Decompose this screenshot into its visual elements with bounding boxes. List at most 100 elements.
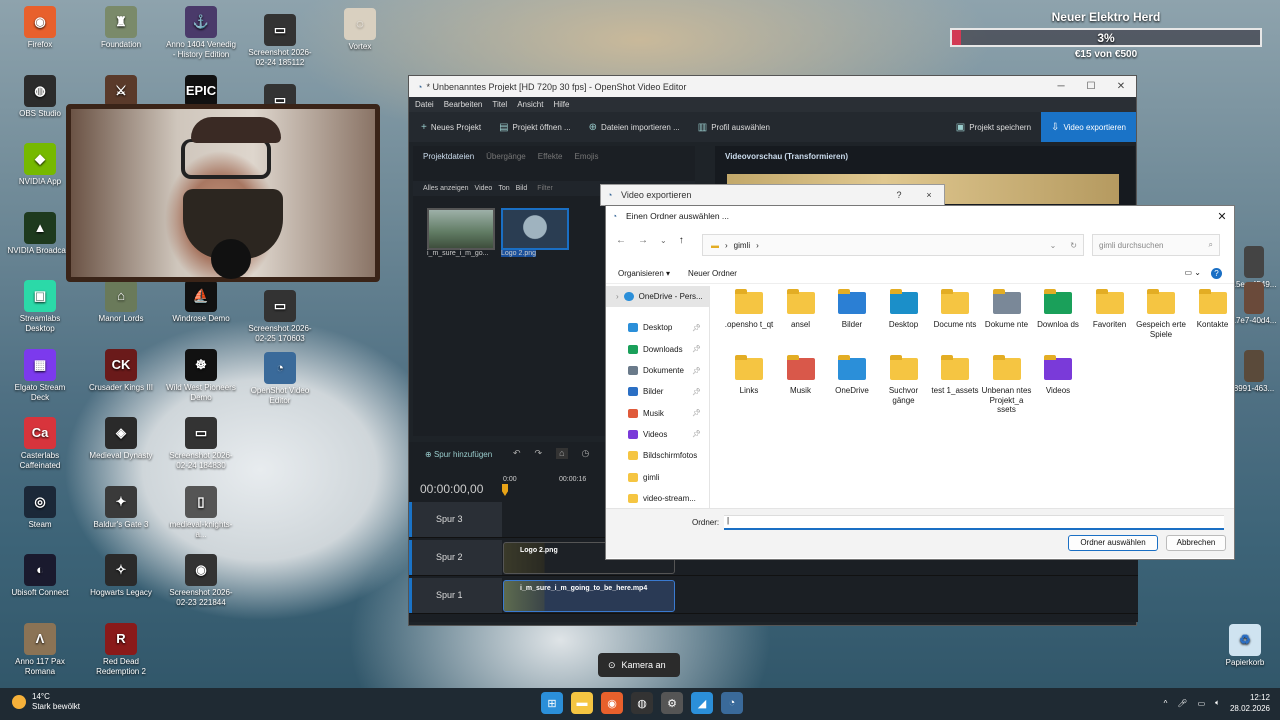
tab-project-files[interactable]: Projektdateien — [423, 152, 474, 161]
folder-item[interactable]: Favoriten — [1085, 289, 1135, 330]
address-bar[interactable]: ▬ › gimli › ⌄ ↻ — [702, 234, 1084, 256]
filter-audio[interactable]: Ton — [498, 185, 509, 192]
chevron-up-icon[interactable]: ^ — [1164, 699, 1168, 708]
taskbar-openshot-icon[interactable]: ◔ — [721, 692, 743, 714]
project-file-image[interactable]: Logo 2.png — [501, 208, 569, 257]
desktop-icon[interactable]: ⌂ Manor Lords — [86, 280, 156, 324]
filter-input[interactable]: Filter — [537, 185, 553, 192]
sidebar-item[interactable]: Videos 📌︎ — [606, 424, 709, 445]
menu-item[interactable]: Datei — [415, 100, 434, 109]
back-icon[interactable]: ← — [616, 235, 626, 246]
up-icon[interactable]: ↑ — [679, 235, 684, 246]
desktop-icon[interactable]: ⚓ Anno 1404 Venedig - History Edition — [166, 6, 236, 60]
desktop-icon[interactable]: ◈ Medieval Dynasty — [86, 417, 156, 461]
sidebar-item[interactable]: Bilder 📌︎ — [606, 381, 709, 402]
desktop-icon[interactable]: ✦ Baldur's Gate 3 — [86, 485, 156, 530]
desktop-icon[interactable]: ◉ Firefox — [5, 6, 75, 50]
folder-item[interactable]: Bilder — [827, 289, 877, 330]
chevron-down-icon[interactable]: ⌄ — [1050, 241, 1057, 250]
folder-item[interactable]: Docume nts — [930, 289, 980, 330]
desktop-icon[interactable]: ▭ Screenshot 2026-02-24 184830 — [166, 417, 236, 471]
sidebar-item[interactable]: Downloads 📌︎ — [606, 339, 709, 360]
desktop-icon[interactable]: ▲ NVIDIA Broadca... — [5, 211, 75, 256]
help-icon[interactable]: ? — [1211, 268, 1222, 279]
taskbar-explorer-icon[interactable]: ▬ — [571, 692, 593, 714]
folder-input[interactable]: | — [724, 515, 1224, 530]
taskbar-settings-icon[interactable]: ⚙ — [661, 692, 683, 714]
microphone-icon[interactable]: 🎤︎ — [1177, 699, 1187, 708]
menu-item[interactable]: Hilfe — [553, 100, 569, 109]
tab-emojis[interactable]: Emojis — [575, 152, 599, 161]
search-input[interactable]: gimli durchsuchen ⌕ — [1092, 234, 1220, 256]
track-header[interactable]: Spur 1 — [409, 578, 502, 613]
playhead[interactable] — [502, 484, 508, 496]
taskbar-firefox-icon[interactable]: ◉ — [601, 692, 623, 714]
forward-icon[interactable]: → — [638, 235, 648, 246]
folder-item[interactable]: Desktop — [879, 289, 929, 330]
desktop-icon[interactable]: ⛵ Windrose Demo — [166, 280, 236, 324]
cancel-button[interactable]: Abbrechen — [1166, 535, 1226, 551]
weather-widget[interactable]: 14°C Stark bewölkt — [12, 692, 80, 712]
choose-profile-button[interactable]: ▥ Profil auswählen — [698, 122, 770, 133]
refresh-icon[interactable]: ↻ — [1070, 241, 1077, 250]
folder-item[interactable]: Downloa ds — [1033, 289, 1083, 330]
organize-button[interactable]: Organisieren ▾ — [618, 269, 670, 278]
folder-item[interactable]: Gespeich erte Spiele — [1136, 289, 1186, 339]
help-button[interactable]: ? — [884, 190, 914, 200]
taskbar-start-icon[interactable]: ⊞ — [541, 692, 563, 714]
desktop-icon[interactable]: ✧ Hogwarts Legacy — [86, 554, 156, 598]
project-file-video[interactable]: i_m_sure_i_m_go... — [427, 208, 495, 257]
network-icon[interactable]: ▭ — [1198, 699, 1206, 708]
import-files-button[interactable]: ⊕ Dateien importieren ... — [589, 122, 680, 133]
desktop-icon[interactable]: ◆ NVIDIA App — [5, 143, 75, 187]
sidebar-item[interactable]: Musik 📌︎ — [606, 402, 709, 423]
desktop-icon[interactable]: R Red Dead Redemption 2 — [86, 622, 156, 677]
recycle-bin[interactable]: ♻ Papierkorb — [1210, 624, 1280, 668]
folder-item[interactable]: .opensho t_qt — [724, 289, 774, 330]
close-button[interactable]: × — [914, 190, 944, 200]
desktop-icon[interactable]: ▯ medieval-knights-a... — [166, 485, 236, 540]
new-folder-button[interactable]: Neuer Ordner — [688, 269, 737, 278]
folder-item[interactable]: Links — [724, 355, 774, 396]
taskbar-paint-icon[interactable]: ◢ — [691, 692, 713, 714]
taskbar-obs-icon[interactable]: ◍ — [631, 692, 653, 714]
breadcrumb[interactable]: gimli — [734, 241, 750, 250]
desktop-icon[interactable]: ◌ Vortex — [325, 8, 395, 52]
folder-item[interactable]: ansel — [776, 289, 826, 330]
sidebar-item[interactable]: gimli — [606, 466, 709, 487]
select-folder-button[interactable]: Ordner auswählen — [1068, 535, 1158, 551]
menu-item[interactable]: Titel — [492, 100, 507, 109]
desktop-icon[interactable]: ▭ Screenshot 2026-02-25 170603 — [245, 290, 315, 344]
tab-effects[interactable]: Effekte — [538, 152, 563, 161]
folder-item[interactable]: Dokume nte — [982, 289, 1032, 330]
folder-item[interactable]: Suchvor gänge — [879, 355, 929, 405]
menu-item[interactable]: Bearbeiten — [444, 100, 483, 109]
minimize-icon[interactable]: ─ — [1046, 81, 1076, 92]
desktop-icon[interactable]: ◐ Ubisoft Connect — [5, 554, 75, 598]
close-icon[interactable]: ✕ — [1210, 210, 1234, 223]
filter-image[interactable]: Bild — [516, 185, 528, 192]
maximize-icon[interactable]: ☐ — [1076, 81, 1106, 92]
timeline-clip-video[interactable]: i_m_sure_i_m_going_to_be_here.mp4 — [503, 580, 675, 612]
track-header[interactable]: Spur 3 — [409, 502, 502, 537]
folder-item[interactable]: Kontakte — [1188, 289, 1238, 330]
sidebar-item-onedrive[interactable]: › OneDrive - Pers... — [606, 286, 709, 308]
folder-item[interactable]: OneDrive — [827, 355, 877, 396]
desktop-icon[interactable]: ◍ OBS Studio — [5, 74, 75, 119]
desktop-icon[interactable]: ◉ Screenshot 2026-02-23 221844 — [166, 554, 236, 608]
new-project-button[interactable]: + Neues Projekt — [421, 122, 481, 133]
open-project-button[interactable]: ▤ Projekt öffnen ... — [499, 122, 571, 133]
desktop-icon[interactable]: ☸ Wild West Pioneers Demo — [166, 348, 236, 403]
desktop-icon[interactable]: Λ Anno 117 Pax Romana — [5, 622, 75, 677]
export-video-button[interactable]: ⇩ Video exportieren — [1041, 112, 1136, 142]
view-options-icon[interactable]: ▭ ⌄ — [1185, 268, 1201, 279]
close-icon[interactable]: ✕ — [1106, 81, 1136, 92]
snap-icon[interactable]: ⌂ — [556, 448, 568, 459]
desktop-icon[interactable]: ▣ Streamlabs Desktop — [5, 280, 75, 334]
menu-item[interactable]: Ansicht — [517, 100, 543, 109]
desktop-icon-partial[interactable]: 8991-463... — [1228, 350, 1280, 394]
redo-icon[interactable]: ↷ — [535, 448, 543, 459]
desktop-icon[interactable]: ◎ Steam — [5, 485, 75, 530]
clock[interactable]: 12:12 28.02.2026 — [1230, 692, 1270, 714]
undo-icon[interactable]: ↶ — [513, 448, 521, 459]
